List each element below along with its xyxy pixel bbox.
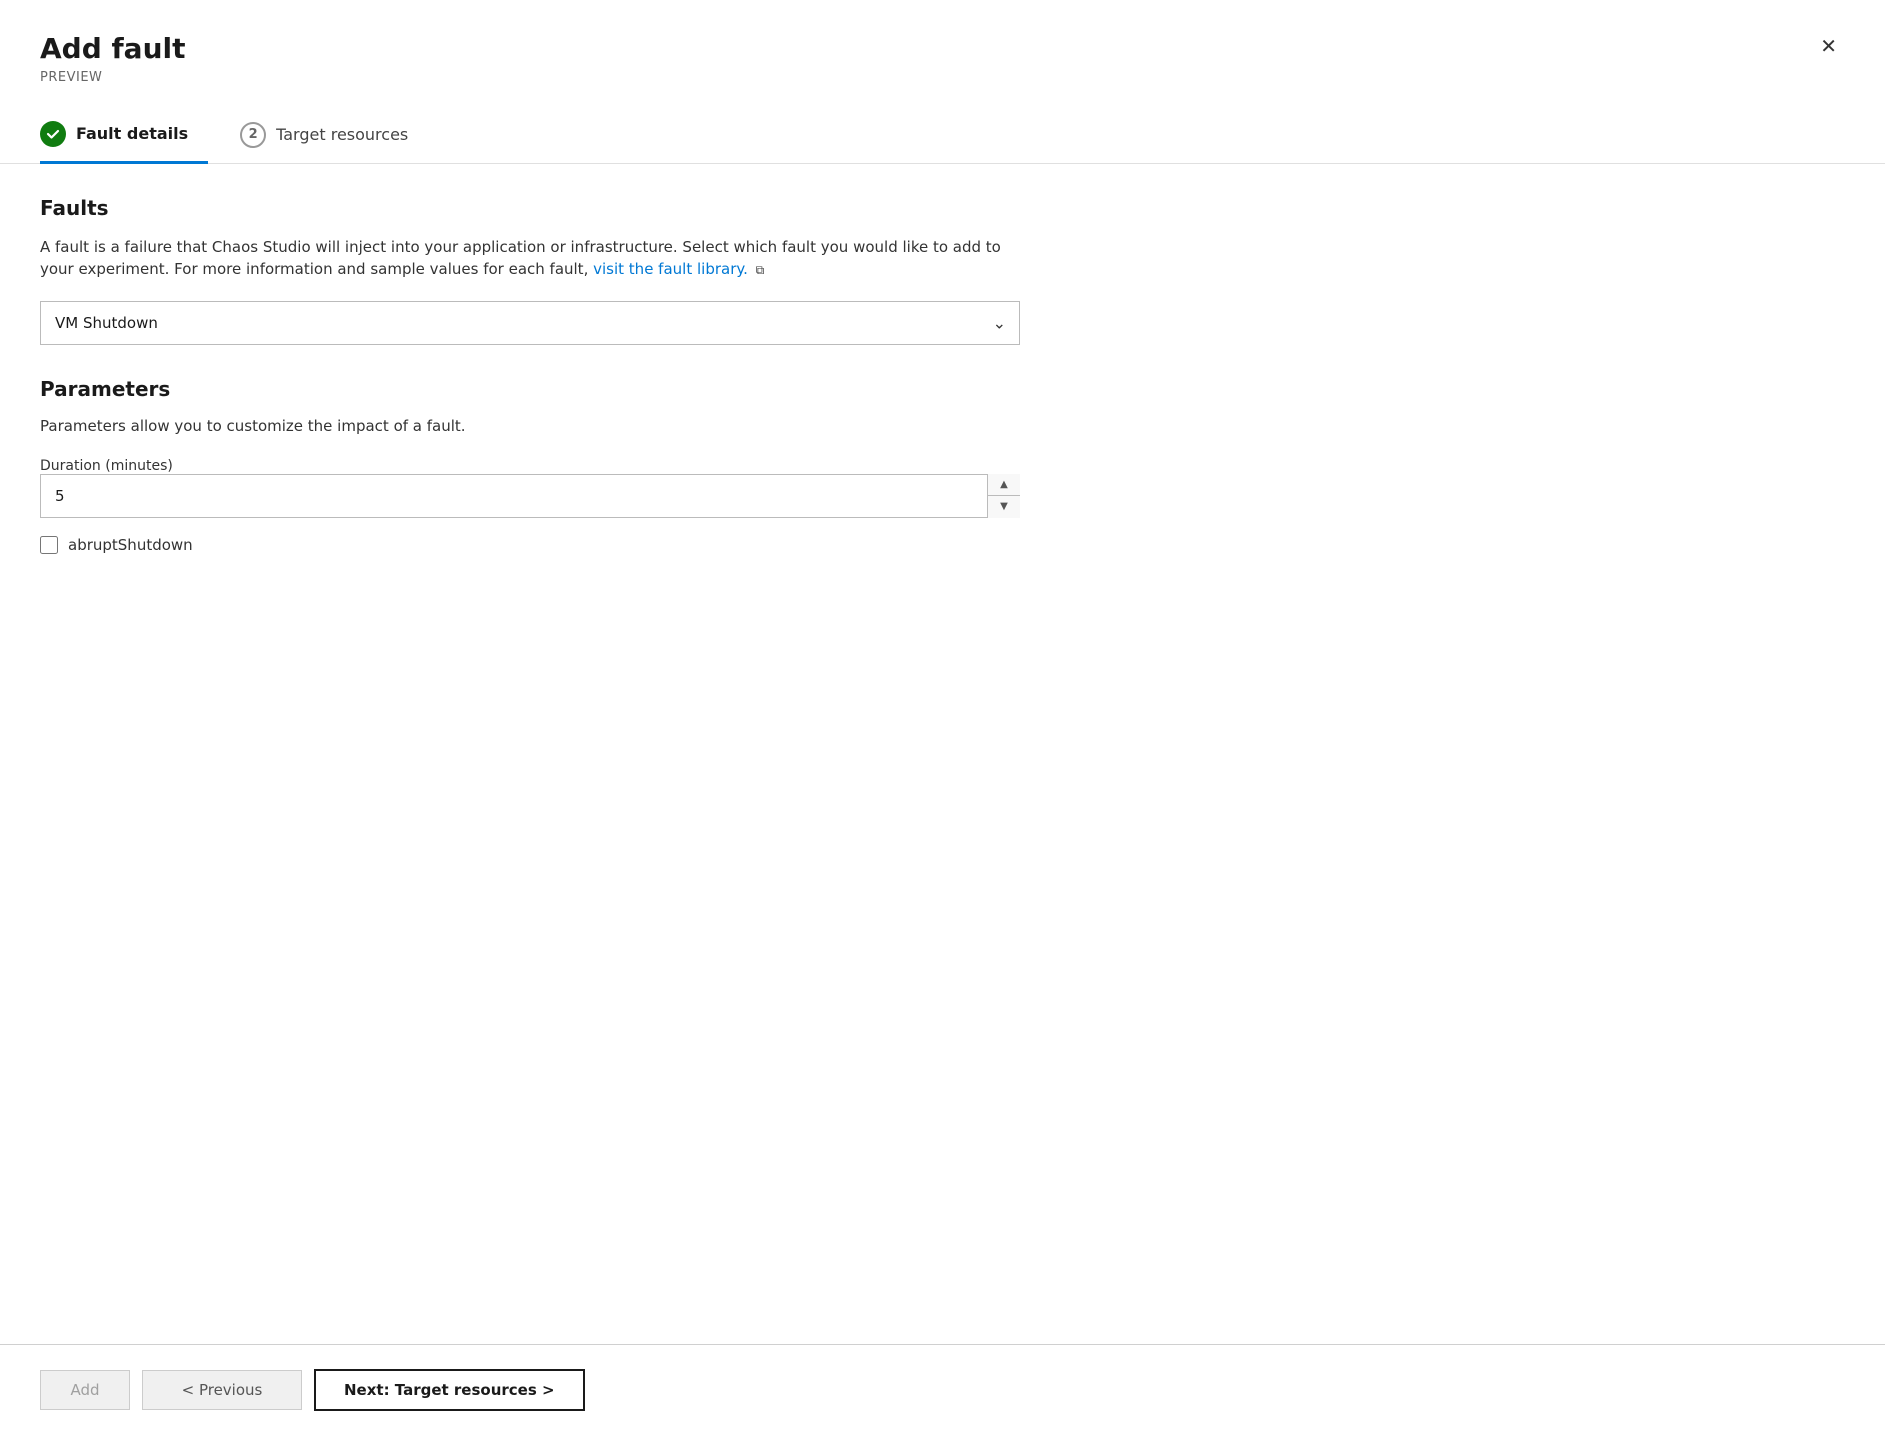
tabs-container: Fault details 2 Target resources — [40, 109, 1845, 163]
faults-section-title: Faults — [40, 196, 1845, 220]
duration-field-group: Duration (minutes) ▲ ▼ — [40, 455, 1845, 518]
dialog-footer: Add < Previous Next: Target resources > — [0, 1344, 1885, 1435]
tab-target-resources-label: Target resources — [276, 125, 408, 144]
add-fault-dialog: Add fault PREVIEW ✕ Fault details 2 Targ… — [0, 0, 1885, 1435]
tab-fault-details-label: Fault details — [76, 124, 188, 143]
external-link-icon: ⧉ — [756, 261, 765, 279]
close-button[interactable]: ✕ — [1812, 32, 1845, 60]
abrupt-shutdown-row: abruptShutdown — [40, 536, 1845, 554]
fault-select-wrapper: VM Shutdown CPU Pressure Memory Pressure… — [40, 301, 1020, 345]
tab-target-resources[interactable]: 2 Target resources — [240, 109, 428, 163]
tabs-section: Fault details 2 Target resources — [0, 85, 1885, 164]
parameters-section: Parameters Parameters allow you to custo… — [40, 377, 1845, 554]
abrupt-shutdown-checkbox[interactable] — [40, 536, 58, 554]
dialog-header: Add fault PREVIEW ✕ — [0, 0, 1885, 85]
duration-input[interactable] — [40, 474, 1020, 518]
tab-fault-details-indicator — [40, 121, 66, 147]
tab-fault-details[interactable]: Fault details — [40, 109, 208, 164]
fault-select[interactable]: VM Shutdown CPU Pressure Memory Pressure… — [40, 301, 1020, 345]
dialog-title: Add fault — [40, 32, 186, 66]
checkmark-icon — [46, 127, 60, 141]
params-description: Parameters allow you to customize the im… — [40, 417, 1845, 435]
spin-up-button[interactable]: ▲ — [988, 474, 1020, 497]
faults-section-description: A fault is a failure that Chaos Studio w… — [40, 236, 1020, 281]
parameters-section-title: Parameters — [40, 377, 1845, 401]
fault-library-link[interactable]: visit the fault library. — [593, 260, 748, 278]
previous-button[interactable]: < Previous — [142, 1370, 302, 1410]
tab-target-resources-indicator: 2 — [240, 122, 266, 148]
dialog-body: Faults A fault is a failure that Chaos S… — [0, 164, 1885, 1344]
spin-down-button[interactable]: ▼ — [988, 496, 1020, 518]
duration-label: Duration (minutes) — [40, 458, 173, 474]
faults-section: Faults A fault is a failure that Chaos S… — [40, 196, 1845, 345]
description-text-before: A fault is a failure that Chaos Studio w… — [40, 238, 1001, 279]
add-button[interactable]: Add — [40, 1370, 130, 1410]
abrupt-shutdown-label: abruptShutdown — [68, 536, 193, 554]
dialog-title-block: Add fault PREVIEW — [40, 32, 186, 85]
spin-buttons: ▲ ▼ — [987, 474, 1020, 518]
dialog-subtitle: PREVIEW — [40, 70, 186, 85]
next-button[interactable]: Next: Target resources > — [314, 1369, 585, 1411]
duration-input-wrapper: ▲ ▼ — [40, 474, 1020, 518]
